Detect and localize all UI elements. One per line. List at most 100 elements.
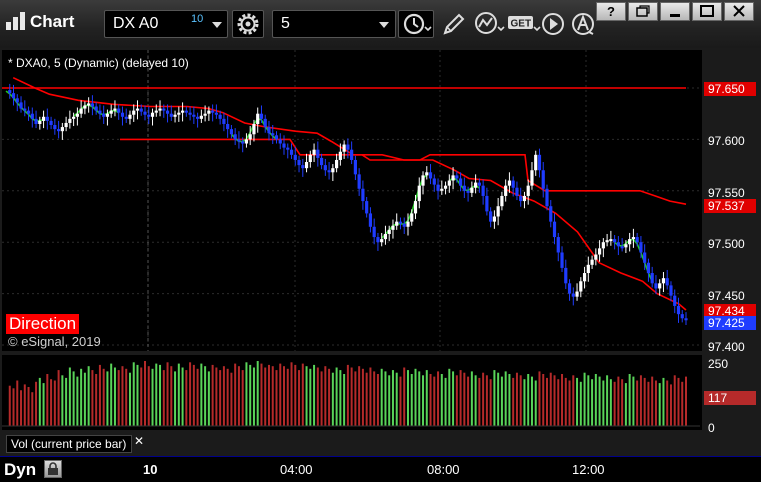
volume-bar xyxy=(576,377,579,426)
close-icon[interactable]: ✕ xyxy=(134,434,144,448)
volume-bar xyxy=(38,377,41,426)
volume-bar xyxy=(12,388,15,426)
upper-line-tag: 97.650 xyxy=(704,82,756,96)
lock-icon[interactable] xyxy=(44,460,62,478)
volume-bar xyxy=(106,371,109,426)
volume-bar xyxy=(606,375,609,426)
volume-bar xyxy=(237,366,240,426)
candle-down xyxy=(455,175,459,179)
volume-bar xyxy=(177,363,180,426)
candle-up xyxy=(440,188,444,191)
candle-down xyxy=(165,110,170,114)
candle-down xyxy=(102,113,106,117)
candle-down xyxy=(316,149,320,158)
candle-up xyxy=(173,114,177,117)
alert-button[interactable] xyxy=(570,10,598,38)
candle-down xyxy=(365,201,369,214)
volume-bar xyxy=(587,375,590,426)
candle-up xyxy=(109,110,113,114)
volume-bar xyxy=(42,383,45,426)
maximize-button[interactable] xyxy=(692,2,722,21)
volume-bar xyxy=(403,367,406,426)
minimize-button[interactable] xyxy=(660,2,690,21)
volume-bar xyxy=(294,364,297,426)
candle-down xyxy=(545,188,549,207)
last-price-tag: 97.425 xyxy=(704,316,756,330)
play-button[interactable] xyxy=(540,10,568,38)
candle-up xyxy=(628,239,632,245)
volume-bar xyxy=(624,383,627,426)
candle-up xyxy=(132,110,136,115)
candle-down xyxy=(673,295,677,306)
time-template-button[interactable] xyxy=(398,10,434,38)
volume-bar xyxy=(613,381,616,426)
help-button[interactable]: ? xyxy=(596,2,626,21)
candle-up xyxy=(380,239,384,243)
candle-up xyxy=(579,281,583,292)
interval-select[interactable]: 5 xyxy=(272,10,396,38)
volume-bar xyxy=(564,377,567,426)
restore-button[interactable] xyxy=(628,2,658,21)
candle-up xyxy=(308,154,312,163)
candle-up xyxy=(470,187,474,193)
volume-bar xyxy=(365,372,368,426)
volume-bar xyxy=(354,371,357,426)
candle-down xyxy=(139,108,143,112)
candle-up xyxy=(383,233,388,240)
volume-bar xyxy=(433,376,436,426)
candle-up xyxy=(443,185,448,189)
candle-up xyxy=(331,168,335,173)
get-icon: GET xyxy=(508,16,541,32)
candle-down xyxy=(218,114,222,119)
candle-up xyxy=(387,229,391,234)
candle-down xyxy=(229,129,234,135)
chevron-down-icon[interactable] xyxy=(212,22,222,28)
candle-down xyxy=(169,113,173,117)
volume-bar xyxy=(35,381,38,426)
volume-bar xyxy=(80,368,83,426)
chart-area[interactable]: * DXA0, 5 (Dynamic) (delayed 10) Directi… xyxy=(0,48,761,453)
volume-bar xyxy=(549,372,552,426)
candle-up xyxy=(661,278,666,284)
indicator-label: * DXA0, 5 (Dynamic) (delayed 10) xyxy=(8,56,189,70)
settings-button[interactable] xyxy=(232,10,264,38)
volume-bar xyxy=(493,370,496,426)
close-button[interactable] xyxy=(724,2,754,21)
candle-up xyxy=(177,112,181,115)
candle-up xyxy=(594,254,598,260)
volume-bar xyxy=(448,368,451,426)
volume-bar xyxy=(406,370,409,426)
volume-value-tag: 117 xyxy=(704,391,756,405)
candle-down xyxy=(436,184,440,191)
candle-up xyxy=(425,172,429,176)
candle-down xyxy=(466,190,470,193)
studies-button[interactable] xyxy=(472,10,506,38)
dynamic-mode-label[interactable]: Dyn xyxy=(4,460,36,480)
symbol-input[interactable]: DX A0 10 xyxy=(104,10,228,38)
candle-up xyxy=(658,283,662,289)
volume-bar xyxy=(189,362,192,426)
candle-down xyxy=(372,226,376,238)
volume-bar xyxy=(132,362,135,426)
get-data-button[interactable]: GET xyxy=(507,10,541,38)
price-chart[interactable] xyxy=(0,48,761,433)
volume-bar xyxy=(68,367,71,426)
maximize-icon xyxy=(700,5,714,17)
candle-up xyxy=(75,113,79,117)
volume-bar xyxy=(264,367,267,426)
candle-down xyxy=(665,278,669,286)
volume-bar xyxy=(557,379,560,426)
draw-tool-button[interactable] xyxy=(440,10,468,38)
volume-bar xyxy=(388,375,391,426)
candle-up xyxy=(256,113,260,124)
volume-bar xyxy=(174,371,177,426)
candle-up xyxy=(534,154,538,171)
chevron-down-icon[interactable] xyxy=(379,22,389,28)
volume-bar xyxy=(459,370,462,426)
volume-bar xyxy=(87,366,90,426)
candle-up xyxy=(597,248,602,255)
volume-bar xyxy=(489,379,492,426)
volume-bar xyxy=(125,368,128,426)
volume-bar xyxy=(192,364,195,426)
volume-bar xyxy=(252,367,255,426)
